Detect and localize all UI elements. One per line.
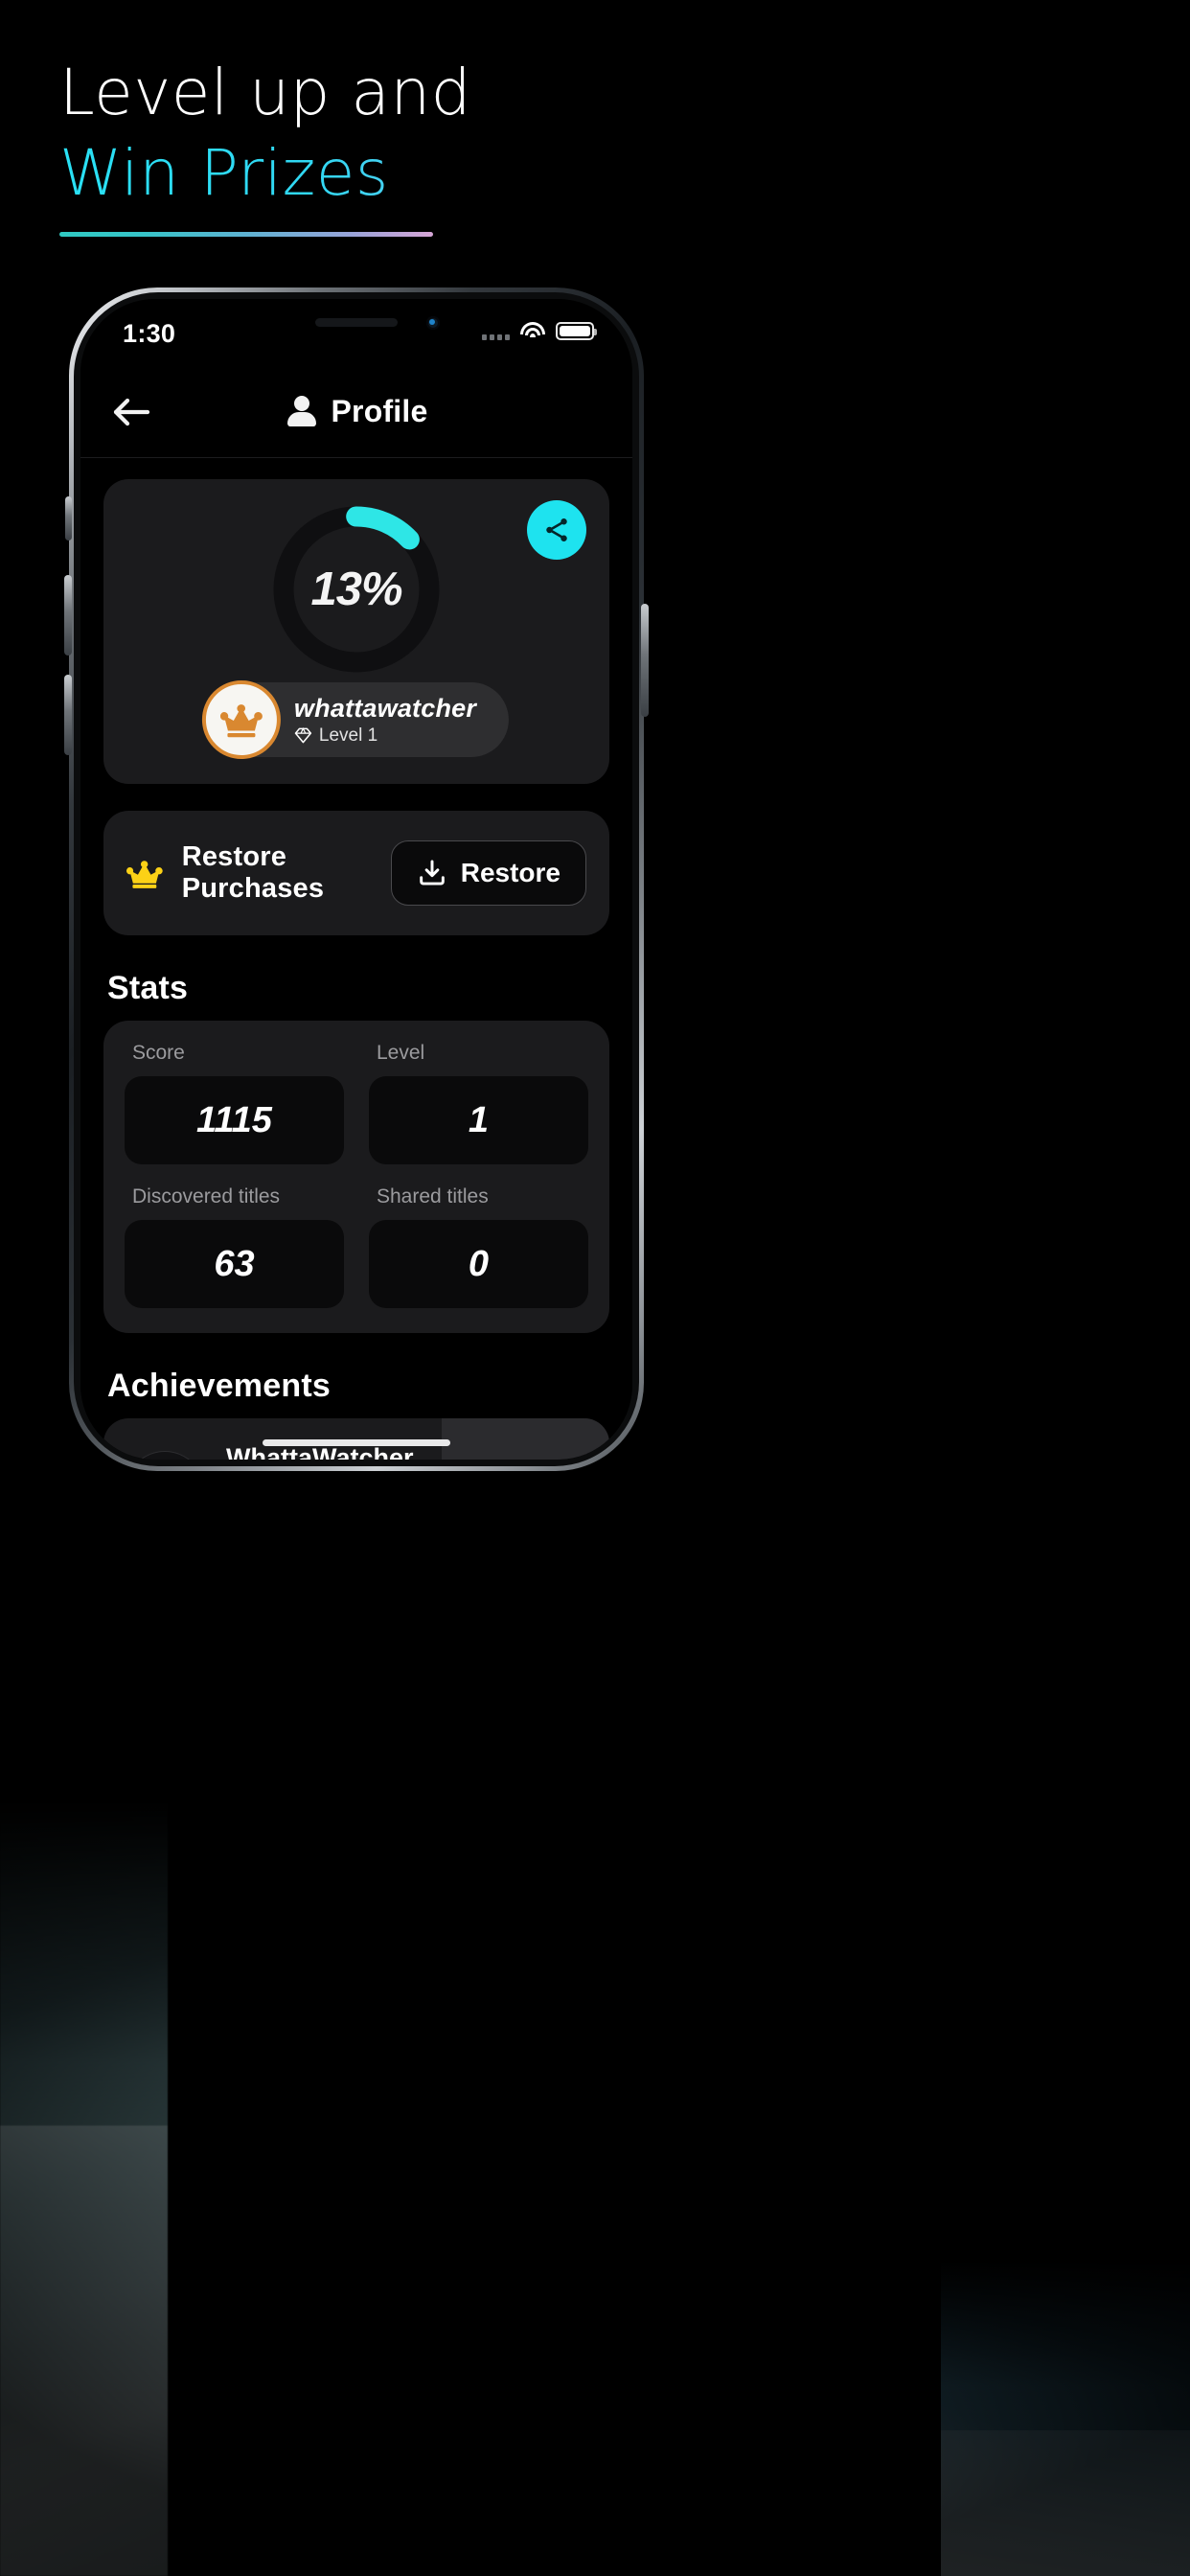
user-chip[interactable]: whattawatcher Level 1 <box>201 680 510 759</box>
restore-button[interactable]: Restore <box>390 840 586 906</box>
stat-label: Shared titles <box>377 1185 489 1208</box>
achievement-status-icon <box>103 1418 226 1460</box>
phone-mockup: 1:30 Profile 13% whattawatcher Level 1 R… <box>64 288 649 1471</box>
headline-underline <box>59 231 433 237</box>
person-icon <box>286 395 318 428</box>
stat-item: Discovered titles 63 <box>125 1185 344 1308</box>
restore-purchases-card: Restore Purchases Restore <box>103 811 609 935</box>
profile-scroll-area[interactable]: 13% whattawatcher Level 1 Restore Purcha… <box>80 458 632 1460</box>
user-level-label: Level 1 <box>318 724 378 746</box>
volume-up-button[interactable] <box>64 575 72 656</box>
level-progress-ring: 13% <box>267 500 446 678</box>
cellular-signal-icon <box>482 323 510 340</box>
background-scenery-left <box>0 1800 168 2576</box>
achievements-section-title: Achievements <box>107 1368 331 1404</box>
promo-screenshot: Level up and Win Prizes 1:30 Profile 13%… <box>0 0 1190 2576</box>
achievement-unlock-level: 1 Unlock level <box>442 1418 609 1460</box>
download-icon <box>419 860 445 886</box>
mute-switch[interactable] <box>65 496 72 540</box>
profile-screen: 1:30 Profile 13% whattawatcher Level 1 R… <box>80 299 632 1460</box>
stat-item: Score 1115 <box>125 1042 344 1164</box>
notch <box>239 299 474 355</box>
background-scenery-right <box>941 2260 1190 2576</box>
app-bar: Profile <box>80 366 632 458</box>
page-title: Profile <box>331 394 428 428</box>
progress-percent: 13% <box>310 564 402 615</box>
stat-value: 1115 <box>125 1076 344 1164</box>
user-level-row: Level 1 <box>294 725 476 747</box>
front-camera-icon <box>426 316 440 330</box>
phone-screen: 1:30 Profile 13% whattawatcher Level 1 R… <box>80 299 632 1460</box>
username: whattawatcher <box>293 693 477 723</box>
battery-icon <box>556 322 597 340</box>
stats-card: Score 1115 Level 1 Discovered titles 63 <box>103 1021 609 1333</box>
status-bar-icons <box>482 322 597 340</box>
headline-line-2: Win Prizes <box>59 136 730 211</box>
check-icon <box>125 1451 205 1460</box>
restore-purchases-label: Restore Purchases <box>181 841 325 904</box>
stat-value: 0 <box>369 1220 588 1308</box>
wifi-icon <box>520 322 545 340</box>
stat-value: 63 <box>125 1220 344 1308</box>
user-chip-text: whattawatcher Level 1 <box>294 694 476 747</box>
stat-item: Shared titles 0 <box>369 1185 588 1308</box>
restore-label-group: Restore Purchases <box>126 841 391 905</box>
app-bar-title-group: Profile <box>80 394 632 429</box>
crown-icon <box>126 861 163 888</box>
stat-value: 1 <box>369 1076 588 1164</box>
volume-down-button[interactable] <box>64 675 72 755</box>
status-bar-time: 1:30 <box>123 319 176 348</box>
headline-line-1: Level up and <box>59 56 472 129</box>
progress-card: 13% whattawatcher Level 1 <box>103 479 609 784</box>
back-arrow-icon[interactable] <box>105 386 157 438</box>
stat-label: Level <box>377 1042 425 1064</box>
promo-headline: Level up and Win Prizes <box>59 56 730 237</box>
restore-button-label: Restore <box>460 858 561 887</box>
home-indicator[interactable] <box>263 1439 450 1446</box>
stat-label: Score <box>132 1042 185 1064</box>
stats-section-title: Stats <box>107 970 189 1006</box>
power-button[interactable] <box>641 604 649 717</box>
share-icon[interactable] <box>527 500 586 560</box>
stats-grid: Score 1115 Level 1 Discovered titles 63 <box>125 1042 588 1308</box>
crown-icon <box>201 680 281 759</box>
earpiece-speaker <box>315 318 398 327</box>
diamond-icon <box>294 727 312 744</box>
stat-item: Level 1 <box>369 1042 588 1164</box>
stat-label: Discovered titles <box>132 1185 281 1208</box>
